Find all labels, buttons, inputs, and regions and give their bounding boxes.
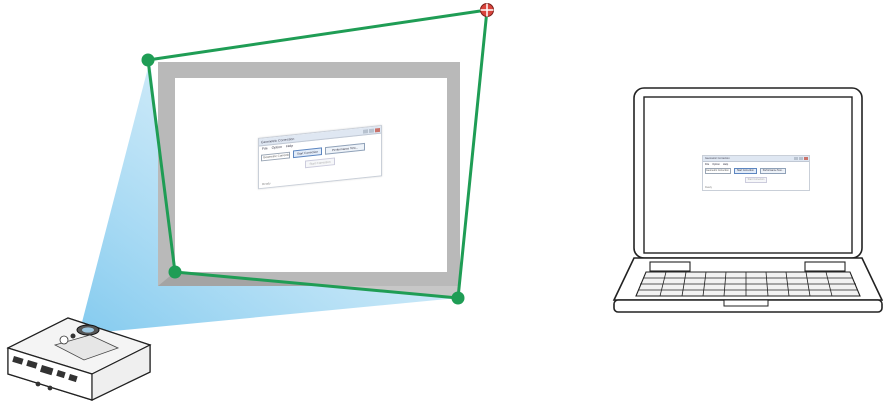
projected-app-status: Ready	[262, 181, 271, 187]
menu-help: Help	[285, 143, 294, 148]
illustration-stage: Geometric Correction File Option Help Ge…	[0, 0, 883, 405]
laptop-window-controls	[794, 157, 809, 160]
laptop-app-window: Geometric Correction File Option Help Ge…	[702, 155, 810, 191]
start-correction-button[interactable]: Start Correction	[734, 168, 757, 174]
minimize-icon[interactable]	[794, 157, 798, 160]
menu-file[interactable]: File	[705, 163, 709, 166]
minimize-icon	[363, 128, 368, 134]
menu-file: File	[262, 146, 268, 151]
maximize-icon[interactable]	[799, 157, 803, 160]
geometric-correction-illustration	[6, 3, 883, 401]
performance-test-button[interactable]: Performance Test...	[759, 168, 787, 174]
close-icon[interactable]	[804, 157, 808, 160]
maximize-icon	[369, 128, 374, 133]
laptop-app-status: Ready	[705, 186, 712, 189]
secondary-correction-button: Start Correction	[305, 157, 335, 169]
bottom-right-corner-handle[interactable]	[451, 291, 465, 305]
correction-mode-select[interactable]: Geometric Correction	[705, 168, 731, 174]
close-icon	[375, 127, 380, 132]
figure-caption	[520, 386, 880, 405]
projector-icon	[6, 317, 152, 401]
top-left-corner-handle[interactable]	[141, 53, 155, 67]
laptop-icon	[612, 87, 883, 313]
laptop-app-title: Geometric Correction	[705, 157, 730, 160]
top-right-corner-handle[interactable]	[480, 3, 494, 17]
secondary-correction-button: Start Correction	[744, 177, 768, 183]
menu-option[interactable]: Option	[712, 163, 720, 166]
laptop-app-toolbar: Geometric Correction Start Correction Pe…	[703, 166, 809, 174]
bottom-left-corner-handle[interactable]	[168, 265, 182, 279]
menu-help[interactable]: Help	[723, 163, 728, 166]
projected-window-controls	[363, 127, 381, 134]
